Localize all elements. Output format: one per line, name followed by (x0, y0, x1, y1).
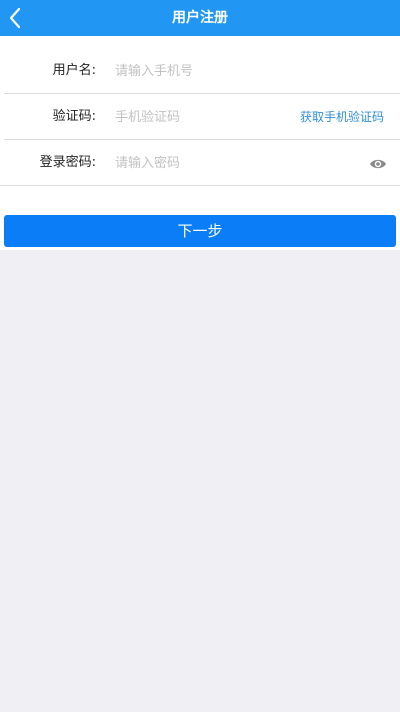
username-input[interactable] (115, 58, 375, 84)
get-verify-code-button[interactable]: 获取手机验证码 (300, 94, 384, 140)
next-step-button[interactable]: 下一步 (4, 215, 396, 247)
username-row: 用户名: (0, 48, 400, 94)
divider (0, 185, 400, 186)
eye-icon (370, 159, 386, 169)
register-form: 用户名: 验证码: 获取手机验证码 登录密码: 下一步 (0, 36, 400, 250)
password-label: 登录密码: (39, 155, 96, 170)
password-input[interactable] (115, 150, 355, 176)
password-visibility-toggle[interactable] (369, 156, 387, 170)
verify-code-row: 验证码: 获取手机验证码 (0, 94, 400, 140)
verify-code-label: 验证码: (52, 109, 96, 124)
verify-code-input[interactable] (115, 104, 285, 130)
app-header: 用户注册 (0, 0, 400, 36)
username-label: 用户名: (52, 63, 96, 78)
password-row: 登录密码: (0, 140, 400, 186)
page-title: 用户注册 (172, 10, 228, 26)
